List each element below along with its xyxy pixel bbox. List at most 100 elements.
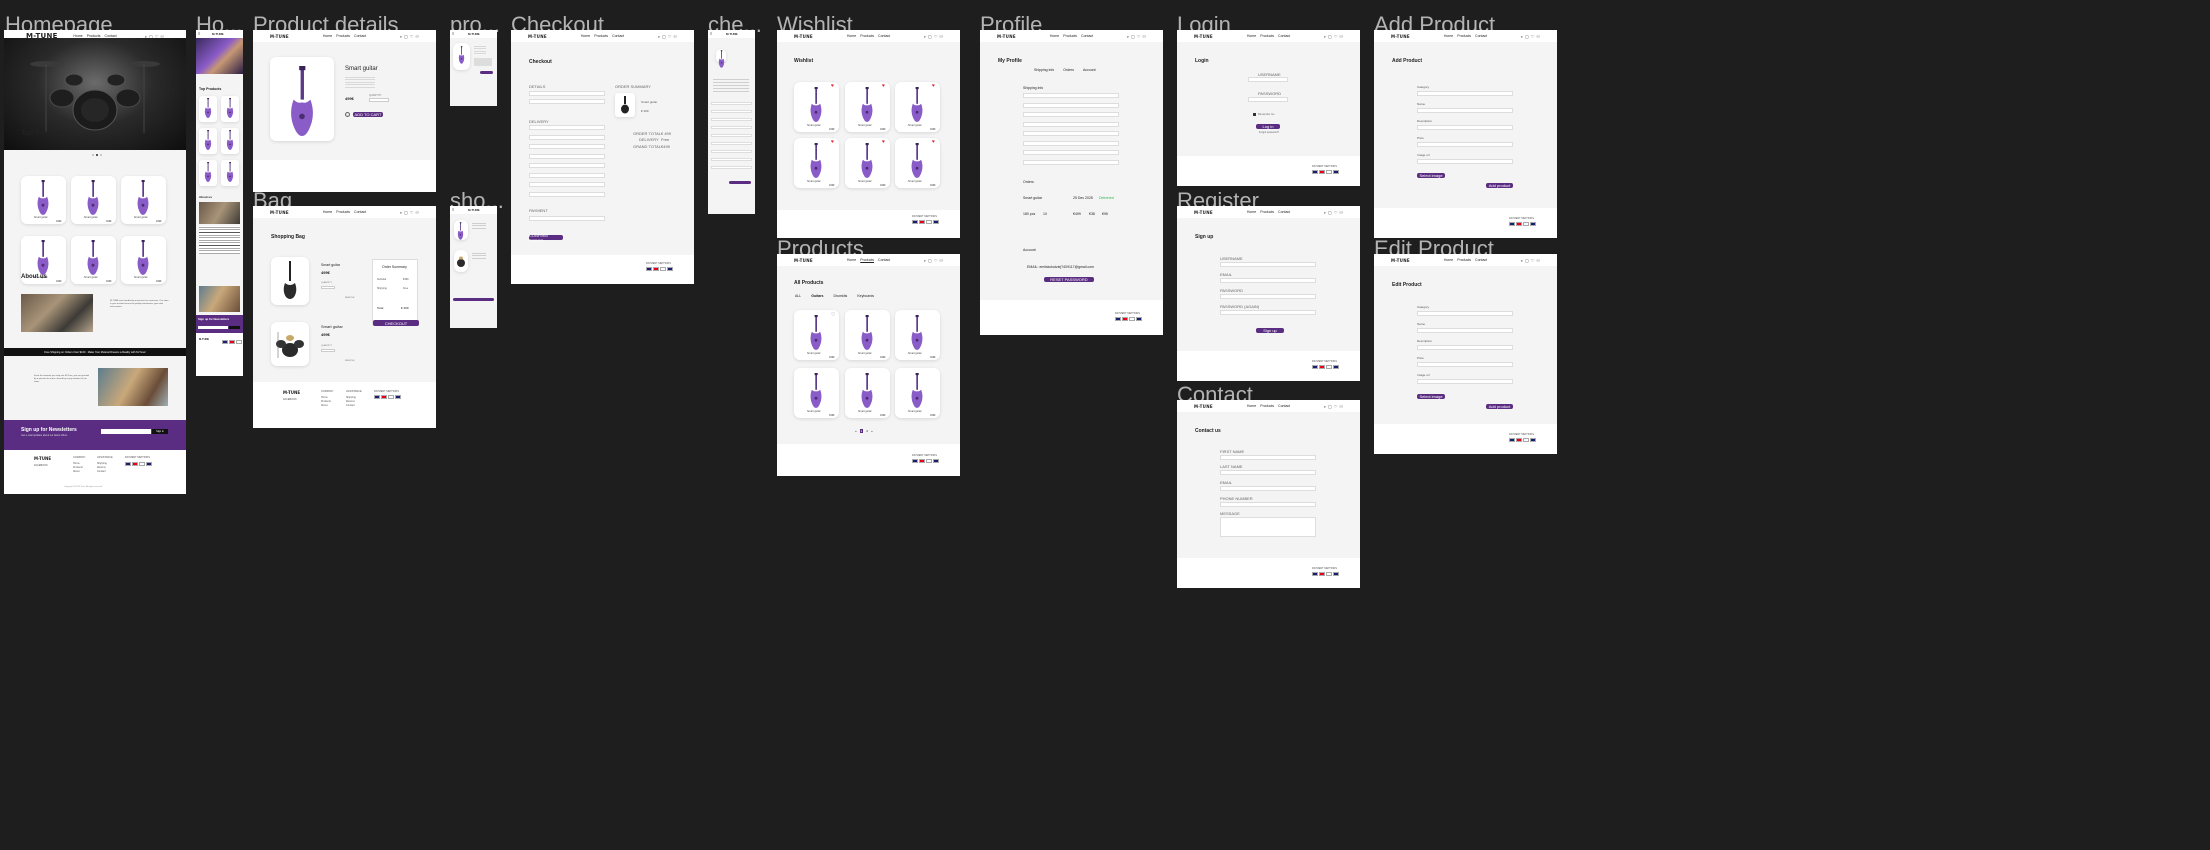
user-icon[interactable]: ⚇ bbox=[1339, 404, 1343, 409]
filter-all[interactable]: ALL bbox=[795, 294, 801, 298]
menu-icon[interactable]: ≡ bbox=[452, 31, 454, 36]
bag-footer-returns[interactable]: Returns bbox=[346, 400, 355, 403]
mobile-checkout-input[interactable] bbox=[711, 118, 752, 121]
reg-password-input[interactable] bbox=[1220, 294, 1316, 299]
wishlist-heart-icon[interactable]: ♡ bbox=[345, 112, 350, 117]
bag-icon[interactable]: ▢ bbox=[1525, 258, 1529, 263]
contact-email-input[interactable] bbox=[1220, 486, 1316, 491]
shipping-info-input[interactable] bbox=[1023, 121, 1119, 127]
delivery-input[interactable] bbox=[529, 182, 605, 187]
delivery-input[interactable] bbox=[529, 153, 605, 159]
nav-products-link[interactable]: Products bbox=[1260, 34, 1274, 38]
heart-icon[interactable]: ♡ bbox=[410, 210, 414, 215]
mobile-checkout-input[interactable] bbox=[711, 166, 752, 169]
confirm-order-button[interactable]: CONFIRM ORDER bbox=[529, 233, 563, 243]
logo[interactable]: M-TUNE bbox=[1391, 34, 1410, 39]
search-icon[interactable]: ⌕ bbox=[924, 258, 926, 263]
user-icon[interactable]: ⚇ bbox=[415, 34, 419, 39]
shipping-info-input[interactable] bbox=[1023, 140, 1119, 146]
user-icon[interactable]: ⚇ bbox=[939, 34, 943, 39]
nav-home-link[interactable]: Home bbox=[1050, 34, 1059, 38]
reg-password-again-input[interactable] bbox=[1220, 310, 1316, 315]
nav-contact-link[interactable]: Contact bbox=[1475, 34, 1487, 38]
nav-contact-link[interactable]: Contact bbox=[1475, 258, 1487, 262]
nav-home-link[interactable]: Home bbox=[581, 34, 590, 38]
bag-icon[interactable]: ▢ bbox=[1328, 210, 1332, 215]
user-icon[interactable]: ⚇ bbox=[1536, 258, 1540, 263]
nav-home-link[interactable]: Home bbox=[323, 34, 332, 38]
signup-button[interactable]: Sign up bbox=[1256, 328, 1284, 333]
wishlist-heart-icon[interactable]: ♥ bbox=[932, 140, 935, 145]
wishlist-heart-icon[interactable]: ♥ bbox=[932, 84, 935, 89]
user-icon[interactable]: ⚇ bbox=[1339, 210, 1343, 215]
nav-contact-link[interactable]: Contact bbox=[878, 258, 890, 262]
nav-home-link[interactable]: Home bbox=[1444, 258, 1453, 262]
checkout-button[interactable]: CHECKOUT bbox=[373, 320, 419, 326]
add-to-cart-button[interactable]: ADD TO CART bbox=[353, 112, 383, 117]
bag-item-1-remove[interactable]: REMOVE bbox=[345, 297, 354, 299]
shipping-info-input[interactable] bbox=[1023, 131, 1119, 136]
heart-icon[interactable]: ♡ bbox=[1334, 210, 1338, 215]
heart-icon[interactable]: ♡ bbox=[934, 258, 938, 263]
bag-icon[interactable]: ▢ bbox=[662, 34, 666, 39]
price-input[interactable] bbox=[1417, 142, 1513, 147]
phone-input[interactable] bbox=[1220, 502, 1316, 507]
search-icon[interactable]: ⌕ bbox=[1324, 404, 1326, 409]
mobile-hero-image[interactable] bbox=[196, 38, 243, 74]
logo[interactable]: M-TUNE bbox=[794, 258, 813, 263]
search-icon[interactable]: ⌕ bbox=[1127, 34, 1129, 39]
mobile-logo[interactable]: M-TUNE bbox=[212, 32, 224, 36]
mobile-footer-logo[interactable]: M-TUNE bbox=[199, 338, 209, 341]
edit-image-url-input[interactable] bbox=[1417, 379, 1513, 384]
search-icon[interactable]: ⌕ bbox=[1521, 34, 1523, 39]
bag-icon[interactable]: ▢ bbox=[1131, 34, 1135, 39]
tab-orders[interactable]: Orders bbox=[1063, 68, 1074, 72]
nav-contact-link[interactable]: Contact bbox=[612, 34, 624, 38]
mobile-logo[interactable]: M-TUNE bbox=[726, 32, 738, 36]
reset-password-button[interactable]: RESET PASSWORD bbox=[1044, 277, 1094, 282]
heart-icon[interactable]: ♡ bbox=[1334, 34, 1338, 39]
forgot-password-link[interactable]: Forgot password? bbox=[1259, 131, 1279, 134]
last-name-input[interactable] bbox=[1220, 470, 1316, 475]
filter-keyboards[interactable]: Keyboards bbox=[857, 294, 874, 298]
carousel-dots[interactable] bbox=[92, 154, 102, 156]
bag-icon[interactable]: ▢ bbox=[1328, 34, 1332, 39]
footer-facebook[interactable]: FACEBOOK bbox=[34, 464, 48, 467]
message-textarea[interactable] bbox=[1220, 517, 1316, 537]
shipping-info-input[interactable] bbox=[1023, 150, 1119, 155]
heart-icon[interactable]: ♡ bbox=[668, 34, 672, 39]
login-button[interactable]: Log in bbox=[1256, 124, 1280, 129]
nav-products-link[interactable]: Products bbox=[336, 34, 350, 38]
payment-field[interactable] bbox=[529, 216, 605, 221]
category-input[interactable] bbox=[1417, 91, 1513, 96]
bag-footer-home[interactable]: Home bbox=[321, 396, 328, 399]
nav-products-link[interactable]: Products bbox=[1457, 258, 1471, 262]
page-next[interactable]: » bbox=[871, 429, 873, 433]
image-url-input[interactable] bbox=[1417, 159, 1513, 164]
shipping-info-input[interactable] bbox=[1023, 159, 1119, 165]
nav-contact-link[interactable]: Contact bbox=[878, 34, 890, 38]
logo[interactable]: M-TUNE bbox=[997, 34, 1016, 39]
search-icon[interactable]: ⌕ bbox=[924, 34, 926, 39]
newsletter-email-input[interactable] bbox=[101, 429, 151, 434]
bag-icon[interactable]: ▢ bbox=[404, 34, 408, 39]
nav-products-link[interactable]: Products bbox=[1457, 34, 1471, 38]
edit-price-input[interactable] bbox=[1417, 362, 1513, 367]
mobile-logo[interactable]: M-TUNE bbox=[468, 208, 480, 212]
password-input[interactable] bbox=[1248, 97, 1288, 102]
mobile-add-to-cart-button[interactable] bbox=[480, 71, 493, 74]
delivery-input[interactable] bbox=[529, 144, 605, 149]
mobile-checkout-input[interactable] bbox=[711, 126, 752, 129]
page-2[interactable]: 2 bbox=[866, 429, 868, 433]
heart-icon[interactable]: ♡ bbox=[410, 34, 414, 39]
nav-home-link[interactable]: Home bbox=[847, 258, 856, 262]
delivery-input[interactable] bbox=[529, 125, 605, 130]
edit-category-input[interactable] bbox=[1417, 311, 1513, 316]
bag-item-2-quantity-stepper[interactable] bbox=[321, 349, 335, 352]
user-icon[interactable]: ⚇ bbox=[939, 258, 943, 263]
heart-icon[interactable]: ♡ bbox=[1531, 34, 1535, 39]
search-icon[interactable]: ⌕ bbox=[400, 210, 402, 215]
nav-home-link[interactable]: Home bbox=[323, 210, 332, 214]
tab-account[interactable]: Account bbox=[1083, 68, 1096, 72]
user-icon[interactable]: ⚇ bbox=[673, 34, 677, 39]
